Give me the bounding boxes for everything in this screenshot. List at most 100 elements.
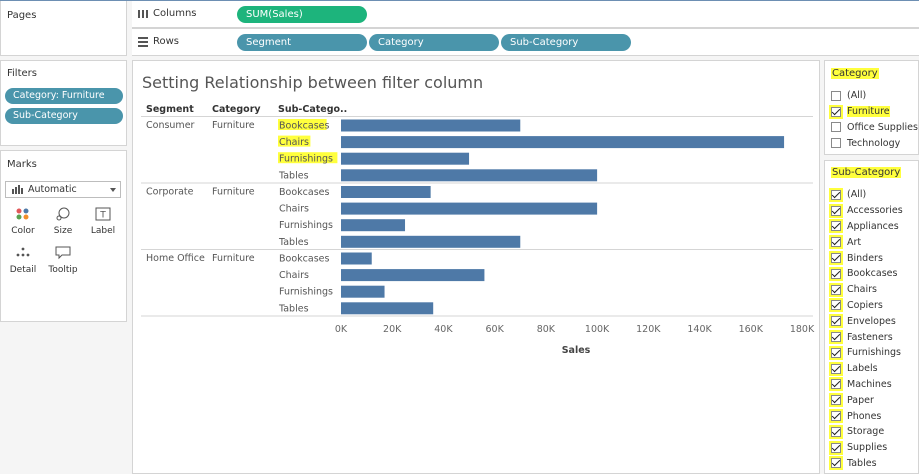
checkbox[interactable] bbox=[829, 440, 843, 455]
detail-button[interactable]: Detail bbox=[6, 243, 40, 277]
x-tick-label: 120K bbox=[636, 324, 661, 335]
sub-category-option[interactable]: Tables bbox=[829, 456, 877, 472]
columns-shelf-label: Columns bbox=[138, 8, 197, 19]
x-tick-label: 60K bbox=[486, 324, 505, 335]
bar-corporate-chairs[interactable] bbox=[341, 202, 598, 215]
sub-category-label-bookcases: Bookcases bbox=[279, 121, 329, 132]
pill-segment[interactable]: Segment bbox=[237, 34, 367, 51]
bar-home-office-furnishings[interactable] bbox=[341, 285, 385, 298]
label-button[interactable]: T Label bbox=[86, 204, 120, 238]
sales-bar-chart[interactable]: Consumer Furniture Bookcases Chairs Furnishi… bbox=[133, 61, 821, 474]
size-button[interactable]: Size bbox=[46, 204, 80, 238]
category-option-label: Furniture bbox=[847, 106, 890, 118]
color-icon bbox=[16, 208, 29, 220]
rows-shelf[interactable]: Rows Segment Category Sub-Category bbox=[132, 28, 919, 56]
sub-category-option-label: Tables bbox=[847, 457, 877, 469]
bar-home-office-tables[interactable] bbox=[341, 302, 434, 315]
bar-consumer-bookcases[interactable] bbox=[341, 119, 521, 132]
tooltip-button[interactable]: Tooltip bbox=[46, 243, 80, 277]
pages-card[interactable]: Pages bbox=[0, 0, 127, 56]
marks-card[interactable]: Marks Automatic Color Size T Label Detai… bbox=[0, 150, 127, 322]
bar-corporate-furnishings[interactable] bbox=[341, 219, 406, 232]
bar-home-office-chairs[interactable] bbox=[341, 269, 485, 282]
sub-category-option[interactable]: Furnishings bbox=[829, 345, 901, 361]
sub-category-option[interactable]: Bookcases bbox=[829, 266, 897, 282]
x-tick-label: 140K bbox=[687, 324, 712, 335]
checkbox[interactable] bbox=[829, 235, 843, 250]
sub-category-option[interactable]: Envelopes bbox=[829, 313, 896, 329]
checkbox[interactable] bbox=[829, 345, 843, 360]
checkbox[interactable] bbox=[831, 90, 841, 101]
sub-category-option[interactable]: Supplies bbox=[829, 440, 887, 456]
checkbox[interactable] bbox=[831, 138, 841, 149]
sub-category-option[interactable]: Appliances bbox=[829, 219, 899, 235]
sub-category-filter-card[interactable]: Sub-Category (All) Accessories Appliances A… bbox=[824, 160, 919, 474]
view-panel[interactable]: Setting Relationship between filter colu… bbox=[132, 60, 820, 474]
checkbox[interactable] bbox=[829, 361, 843, 376]
checkbox[interactable] bbox=[829, 187, 843, 202]
checkbox[interactable] bbox=[829, 251, 843, 266]
checkbox[interactable] bbox=[829, 282, 843, 297]
mark-type-dropdown[interactable]: Automatic bbox=[5, 181, 121, 198]
checkbox[interactable] bbox=[829, 393, 843, 408]
sub-category-label-tables: Tables bbox=[278, 170, 309, 181]
pill-sub-category[interactable]: Sub-Category bbox=[501, 34, 631, 51]
checkbox[interactable] bbox=[829, 203, 843, 218]
x-tick-label: 100K bbox=[585, 324, 610, 335]
sub-category-option[interactable]: Storage bbox=[829, 424, 885, 440]
sub-category-option[interactable]: Phones bbox=[829, 408, 881, 424]
filter-pill-sub-category[interactable]: Sub-Category bbox=[5, 108, 123, 124]
x-tick-label: 20K bbox=[383, 324, 402, 335]
columns-shelf[interactable]: Columns SUM(Sales) bbox=[132, 0, 919, 28]
category-option-label: (All) bbox=[847, 90, 867, 102]
mark-type-label: Automatic bbox=[28, 184, 77, 195]
sub-category-option-label: Envelopes bbox=[847, 315, 896, 327]
checkbox[interactable] bbox=[829, 298, 843, 313]
sub-category-option[interactable]: (All) bbox=[829, 187, 866, 203]
color-button[interactable]: Color bbox=[6, 204, 40, 238]
checkbox[interactable] bbox=[829, 456, 843, 471]
bar-consumer-chairs[interactable] bbox=[341, 136, 785, 149]
checkbox[interactable] bbox=[829, 314, 843, 329]
bar-home-office-bookcases[interactable] bbox=[341, 252, 372, 265]
sub-category-option-label: Storage bbox=[847, 426, 885, 438]
sub-category-option[interactable]: Fasteners bbox=[829, 329, 893, 345]
checkbox[interactable] bbox=[829, 104, 843, 119]
x-tick-label: 0K bbox=[335, 324, 348, 335]
sub-category-label-chairs: Chairs bbox=[279, 204, 309, 215]
bar-corporate-bookcases[interactable] bbox=[341, 186, 431, 198]
sub-category-option[interactable]: Copiers bbox=[829, 298, 883, 314]
bar-consumer-tables[interactable] bbox=[341, 169, 598, 182]
checkbox[interactable] bbox=[829, 424, 843, 439]
bar-corporate-tables[interactable] bbox=[341, 235, 521, 248]
category-option[interactable]: Office Supplies bbox=[831, 120, 918, 136]
checkbox[interactable] bbox=[829, 409, 843, 424]
sub-category-option[interactable]: Art bbox=[829, 234, 861, 250]
checkbox[interactable] bbox=[829, 266, 843, 281]
sub-category-label-bookcases: Bookcases bbox=[279, 254, 329, 265]
filters-card[interactable]: Filters Category: Furniture Sub-Category bbox=[0, 60, 127, 146]
category-filter-card[interactable]: Category (All) Furniture Office Supplies Te… bbox=[824, 60, 919, 155]
sub-category-option[interactable]: Paper bbox=[829, 392, 874, 408]
pill-sum-sales[interactable]: SUM(Sales) bbox=[237, 6, 367, 23]
pill-category[interactable]: Category bbox=[369, 34, 499, 51]
sub-category-option[interactable]: Binders bbox=[829, 250, 883, 266]
rows-label: Rows bbox=[153, 36, 180, 47]
bar-consumer-furnishings[interactable] bbox=[341, 152, 470, 165]
sub-category-label-bookcases: Bookcases bbox=[279, 187, 329, 198]
category-option[interactable]: (All) bbox=[831, 88, 866, 104]
checkbox[interactable] bbox=[831, 122, 841, 133]
checkbox[interactable] bbox=[829, 219, 843, 234]
sub-category-option[interactable]: Labels bbox=[829, 361, 878, 377]
category-option[interactable]: Furniture bbox=[829, 104, 890, 120]
filter-pill-category[interactable]: Category: Furniture bbox=[5, 88, 123, 104]
color-label: Color bbox=[11, 226, 35, 236]
sub-category-option[interactable]: Accessories bbox=[829, 203, 903, 219]
checkbox[interactable] bbox=[829, 377, 843, 392]
sub-category-option[interactable]: Machines bbox=[829, 377, 892, 393]
category-option[interactable]: Technology bbox=[831, 135, 900, 151]
sub-category-filter-title: Sub-Category bbox=[831, 167, 902, 178]
x-tick-label: 180K bbox=[790, 324, 815, 335]
sub-category-option[interactable]: Chairs bbox=[829, 282, 877, 298]
checkbox[interactable] bbox=[829, 330, 843, 345]
